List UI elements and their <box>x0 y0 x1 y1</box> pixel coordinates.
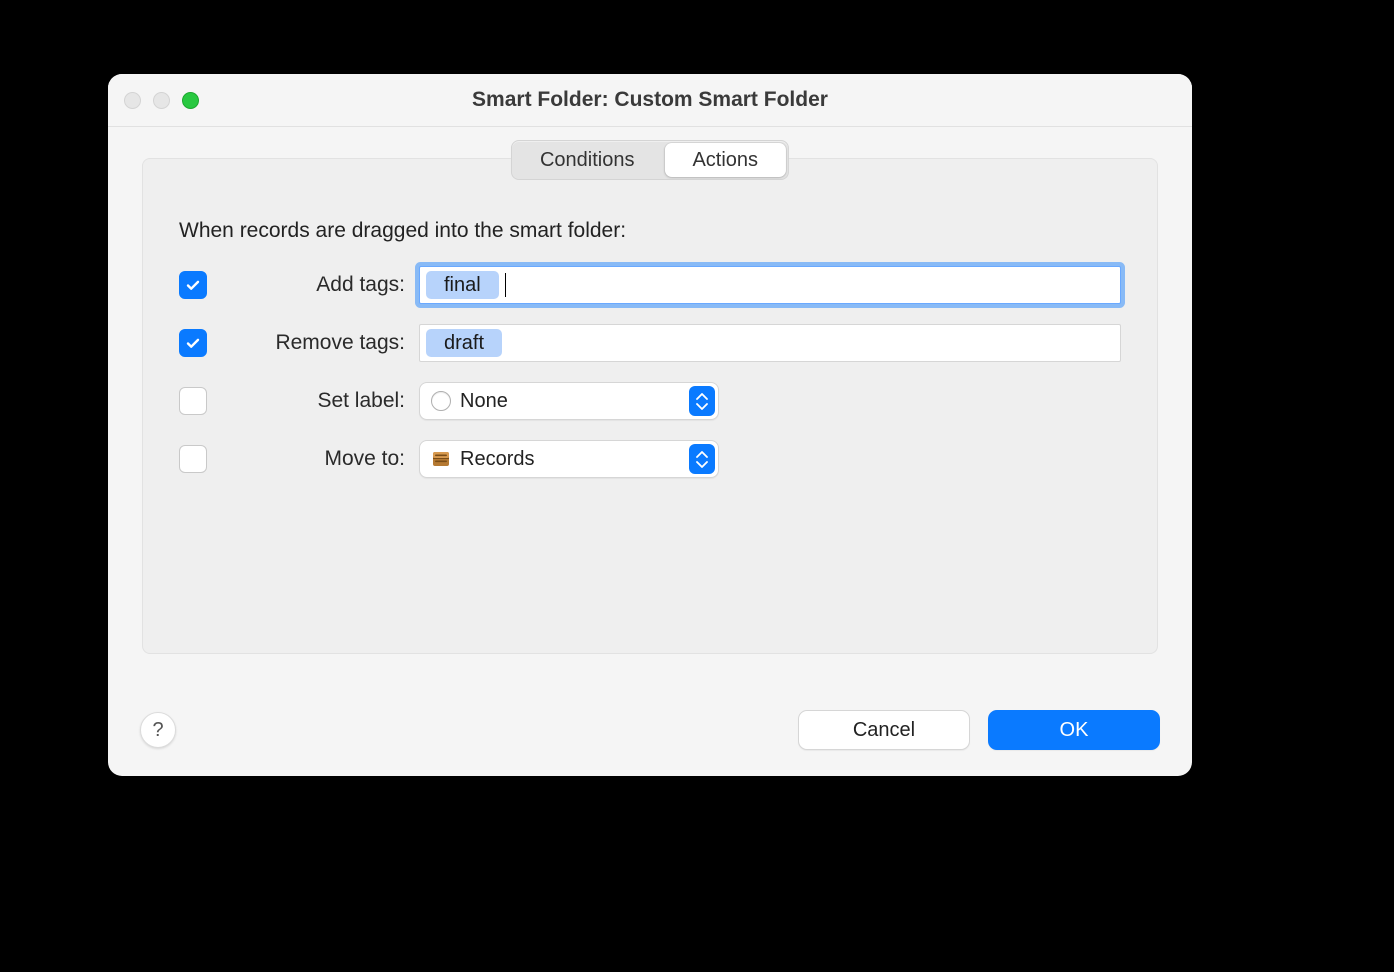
window-title: Smart Folder: Custom Smart Folder <box>472 88 828 111</box>
remove-tags-label: Remove tags: <box>225 331 405 355</box>
add-tags-checkbox[interactable] <box>179 271 207 299</box>
move-to-label: Move to: <box>225 447 405 471</box>
button-label: Cancel <box>853 719 915 742</box>
tab-bar: Conditions Actions <box>511 140 789 180</box>
popup-arrows-icon <box>689 444 715 474</box>
close-window-button[interactable] <box>124 92 141 109</box>
footer: ? Cancel OK <box>108 684 1192 776</box>
row-remove-tags: Remove tags: draft <box>179 323 1121 363</box>
row-add-tags: Add tags: final <box>179 265 1121 305</box>
tab-label: Conditions <box>540 149 635 172</box>
help-button[interactable]: ? <box>140 712 176 748</box>
checkmark-icon <box>185 335 201 351</box>
remove-tags-checkbox[interactable] <box>179 329 207 357</box>
intro-text: When records are dragged into the smart … <box>179 219 1121 243</box>
titlebar: Smart Folder: Custom Smart Folder <box>108 74 1192 127</box>
tab-actions[interactable]: Actions <box>664 143 786 177</box>
popup-arrows-icon <box>689 386 715 416</box>
tab-conditions[interactable]: Conditions <box>512 141 663 179</box>
tab-label: Actions <box>692 149 758 172</box>
zoom-window-button[interactable] <box>182 92 199 109</box>
tag-token[interactable]: final <box>426 271 499 299</box>
move-to-popup[interactable]: Records <box>419 440 719 478</box>
add-tags-label: Add tags: <box>225 273 405 297</box>
row-set-label: Set label: None <box>179 381 1121 421</box>
help-icon: ? <box>152 719 163 742</box>
set-label-value: None <box>460 390 508 413</box>
text-caret <box>505 273 506 297</box>
records-icon <box>430 449 452 469</box>
move-to-value: Records <box>460 448 534 471</box>
cancel-button[interactable]: Cancel <box>798 710 970 750</box>
set-label-label: Set label: <box>225 389 405 413</box>
ok-button[interactable]: OK <box>988 710 1160 750</box>
dialog-window: Smart Folder: Custom Smart Folder Condit… <box>108 74 1192 776</box>
set-label-popup[interactable]: None <box>419 382 719 420</box>
checkmark-icon <box>185 277 201 293</box>
minimize-window-button[interactable] <box>153 92 170 109</box>
remove-tags-input[interactable]: draft <box>419 324 1121 362</box>
window-controls <box>124 74 199 126</box>
none-label-icon <box>430 391 452 411</box>
row-move-to: Move to: Records <box>179 439 1121 479</box>
move-to-checkbox[interactable] <box>179 445 207 473</box>
content-panel: Conditions Actions When records are drag… <box>142 158 1158 654</box>
set-label-checkbox[interactable] <box>179 387 207 415</box>
form-area: When records are dragged into the smart … <box>179 219 1121 633</box>
tag-token[interactable]: draft <box>426 329 502 357</box>
add-tags-input[interactable]: final <box>419 266 1121 304</box>
button-label: OK <box>1060 719 1089 742</box>
